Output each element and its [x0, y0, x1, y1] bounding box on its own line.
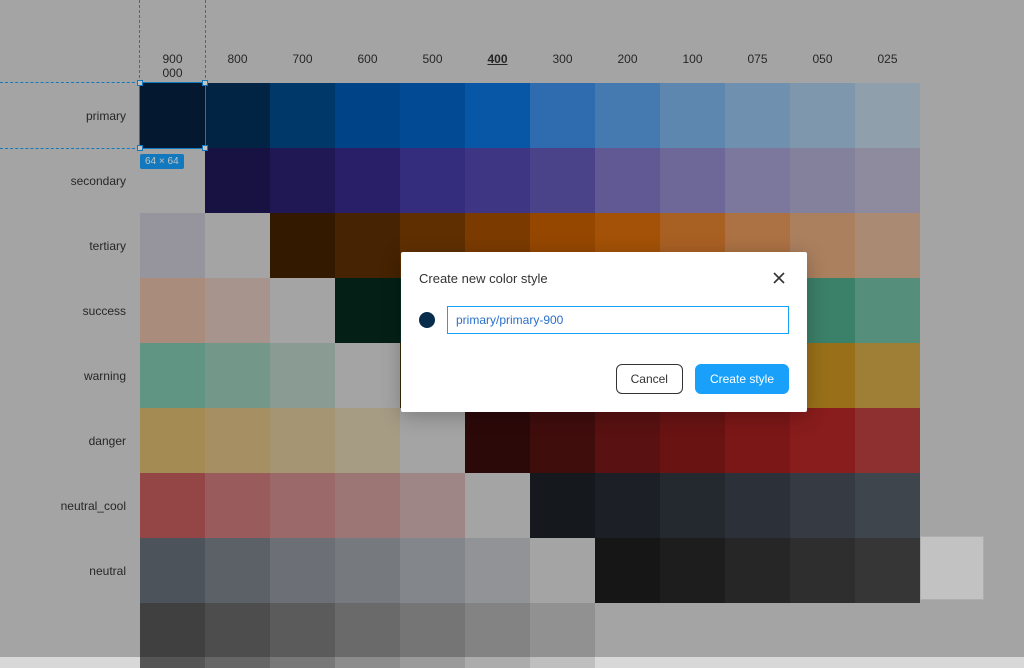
cancel-button[interactable]: Cancel	[616, 364, 683, 394]
close-icon	[773, 272, 785, 284]
color-preview-dot[interactable]	[419, 312, 435, 328]
create-color-style-modal: Create new color style Cancel Create sty…	[401, 252, 807, 412]
close-button[interactable]	[769, 268, 789, 288]
modal-title: Create new color style	[419, 271, 548, 286]
create-style-button[interactable]: Create style	[695, 364, 789, 394]
style-name-input[interactable]	[447, 306, 789, 334]
canvas[interactable]: 900800700600500400300200100075050025000 …	[0, 0, 1024, 657]
